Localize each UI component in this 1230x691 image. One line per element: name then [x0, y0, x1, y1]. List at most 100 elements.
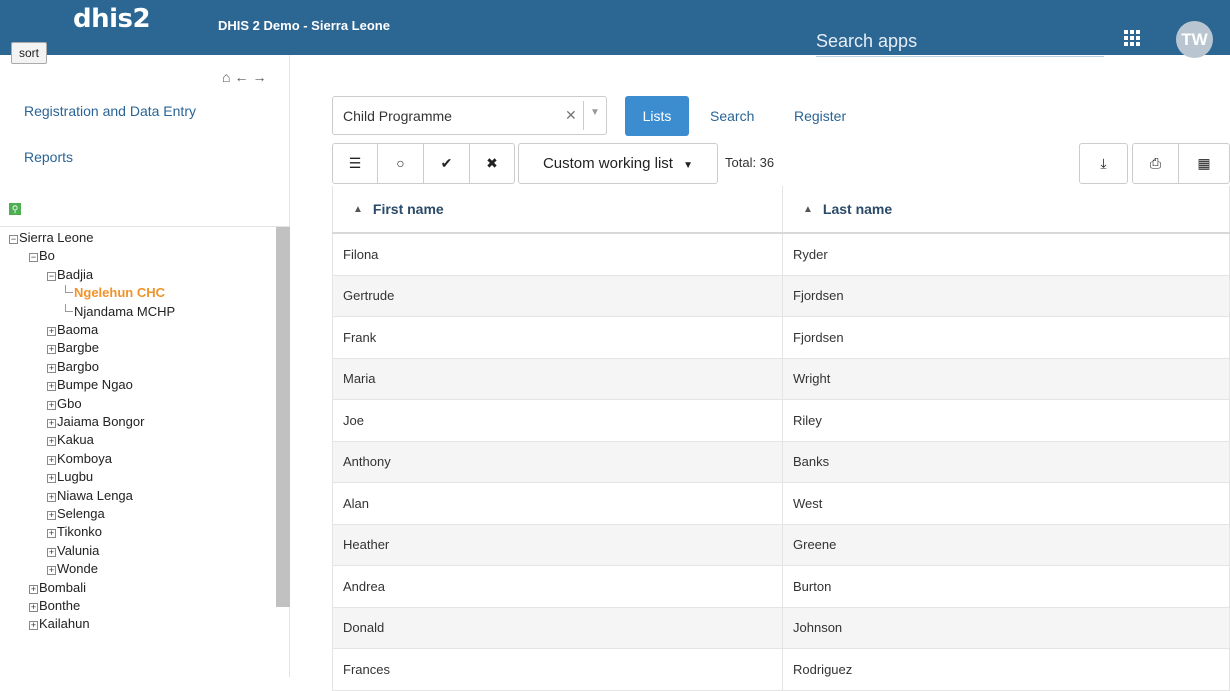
tei-table: ▲︎ First name ▲︎ Last name Filona Ryder Ge… — [332, 186, 1230, 691]
registration-data-entry-link[interactable]: Registration and Data Entry — [24, 103, 196, 119]
tree-node-label: Niawa Lenga — [57, 487, 133, 503]
program-select[interactable]: Child Programme ✕ ▼ — [332, 96, 607, 135]
search-apps-input[interactable] — [816, 27, 1104, 57]
tree-node[interactable]: + Baoma — [47, 321, 98, 339]
tree-node[interactable]: + Bonthe — [29, 597, 80, 615]
expand-toggle-icon[interactable]: + — [29, 603, 38, 612]
x-icon: ✖ — [486, 155, 498, 171]
expand-toggle-icon[interactable]: + — [29, 621, 38, 631]
expand-toggle-icon[interactable]: + — [47, 455, 56, 465]
sort-icon[interactable]: ▲︎ — [803, 204, 813, 215]
table-row[interactable]: Heather Greene — [332, 524, 1230, 566]
collapse-toggle-icon[interactable]: − — [9, 235, 18, 244]
expand-toggle-icon[interactable]: + — [47, 382, 56, 392]
first-name-cell: Gertrude — [332, 275, 783, 316]
lists-button[interactable]: Lists — [625, 96, 689, 136]
active-filter-button[interactable]: ○ — [377, 143, 424, 184]
expand-toggle-icon[interactable]: + — [47, 345, 56, 355]
expand-toggle-icon[interactable]: + — [47, 529, 56, 539]
last-name-cell: Burton — [783, 566, 1230, 607]
dhis2-logo[interactable]: dhis2 — [73, 4, 151, 34]
forward-arrow-icon[interactable]: → — [252, 69, 270, 85]
tree-node[interactable]: + Bumpe Ngao — [47, 376, 133, 394]
table-row[interactable]: Frances Rodriguez — [332, 649, 1230, 691]
tree-node[interactable]: + Niawa Lenga — [47, 487, 133, 505]
table-row[interactable]: Donald Johnson — [332, 607, 1230, 649]
completed-filter-button[interactable]: ✔ — [423, 143, 470, 184]
tree-scrollbar[interactable] — [276, 227, 290, 607]
collapse-toggle-icon[interactable]: − — [29, 253, 38, 263]
tree-node[interactable]: + Wonde — [47, 560, 98, 578]
tree-node[interactable]: + Selenga — [47, 505, 105, 523]
expand-toggle-icon[interactable]: + — [47, 511, 56, 520]
tree-node[interactable]: + Tikonko — [47, 523, 102, 541]
column-header-first-name[interactable]: ▲︎ First name — [332, 186, 783, 232]
tree-node[interactable]: − Badjia — [47, 266, 93, 284]
tree-node-label: Bombali — [39, 579, 86, 595]
home-icon[interactable]: ⌂ — [222, 69, 234, 85]
tree-node-label: Wonde — [57, 561, 98, 577]
expand-toggle-icon[interactable]: + — [47, 566, 56, 576]
sort-icon[interactable]: ▲︎ — [353, 204, 363, 215]
back-arrow-icon[interactable]: ← — [234, 69, 252, 85]
tree-node[interactable]: Ngelehun CHC — [65, 284, 165, 302]
tree-node[interactable]: − Sierra Leone — [9, 229, 93, 247]
tree-node-label: Sierra Leone — [19, 230, 94, 245]
tree-node[interactable]: + Bombali — [29, 579, 86, 597]
table-row[interactable]: Frank Fjordsen — [332, 317, 1230, 359]
print-button[interactable]: ⎙ — [1132, 143, 1179, 184]
tree-node[interactable]: + Valunia — [47, 542, 99, 560]
table-row[interactable]: Joe Riley — [332, 400, 1230, 442]
tree-node[interactable]: + Kakua — [47, 431, 94, 449]
register-link[interactable]: Register — [794, 108, 846, 124]
expand-toggle-icon[interactable]: + — [47, 363, 56, 373]
tree-node[interactable]: + Bargbe — [47, 339, 99, 357]
expand-toggle-icon[interactable]: + — [47, 547, 56, 557]
download-button[interactable]: ⤓ — [1079, 143, 1128, 184]
collapse-toggle-icon[interactable]: − — [47, 271, 56, 281]
tree-node[interactable]: + Bargbo — [47, 358, 99, 376]
table-row[interactable]: Alan West — [332, 483, 1230, 525]
expand-toggle-icon[interactable]: + — [47, 327, 56, 336]
tree-node[interactable]: + Komboya — [47, 450, 112, 468]
cancelled-filter-button[interactable]: ✖ — [469, 143, 515, 184]
last-name-cell: Johnson — [783, 607, 1230, 648]
search-link[interactable]: Search — [710, 108, 754, 124]
expand-toggle-icon[interactable]: + — [47, 400, 56, 410]
column-header-last-name[interactable]: ▲︎ Last name — [783, 186, 1230, 232]
reports-link[interactable]: Reports — [24, 149, 73, 165]
apps-grid-icon[interactable] — [1124, 30, 1140, 46]
tree-node[interactable]: Njandama MCHP — [65, 303, 175, 321]
expand-toggle-icon[interactable]: + — [47, 437, 56, 447]
user-avatar[interactable]: TW — [1176, 21, 1213, 58]
working-list-dropdown[interactable]: Custom working list ▼ — [518, 143, 718, 184]
tree-node[interactable]: + Lugbu — [47, 468, 93, 486]
tree-node[interactable]: − Bo — [29, 247, 55, 265]
working-list-label: Custom working list — [542, 155, 673, 172]
tree-node-label: Bumpe Ngao — [57, 377, 133, 393]
tree-node-label: Kailahun — [39, 616, 90, 632]
tree-node[interactable]: + Gbo — [47, 395, 82, 413]
tree-node[interactable]: + Kailahun — [29, 615, 90, 633]
table-row[interactable]: Maria Wright — [332, 358, 1230, 400]
columns-button[interactable]: ▦ — [1178, 143, 1230, 184]
table-row[interactable]: Anthony Banks — [332, 441, 1230, 483]
tree-node-label: Baoma — [57, 322, 99, 337]
expand-toggle-icon[interactable]: + — [47, 474, 56, 484]
tree-search-icon[interactable]: ⚲ — [9, 203, 21, 215]
clear-icon[interactable]: ✕ — [565, 107, 577, 124]
table-row[interactable]: Gertrude Fjordsen — [332, 275, 1230, 317]
table-row[interactable]: Andrea Burton — [332, 566, 1230, 608]
tree-node[interactable]: + Jaiama Bongor — [47, 413, 144, 431]
tree-node-label: Bo — [39, 248, 55, 264]
expand-toggle-icon[interactable]: + — [47, 492, 56, 502]
check-icon: ✔ — [440, 155, 453, 171]
tree-leaf-connector — [65, 285, 73, 294]
expand-toggle-icon[interactable]: + — [29, 584, 38, 594]
table-header-row: ▲︎ First name ▲︎ Last name — [332, 186, 1230, 234]
column-header-label: Last name — [822, 201, 893, 217]
dropdown-caret-icon[interactable]: ▼ — [590, 107, 600, 118]
table-row[interactable]: Filona Ryder — [332, 234, 1230, 276]
list-view-button[interactable]: ☰ — [332, 143, 378, 184]
expand-toggle-icon[interactable]: + — [47, 419, 56, 428]
